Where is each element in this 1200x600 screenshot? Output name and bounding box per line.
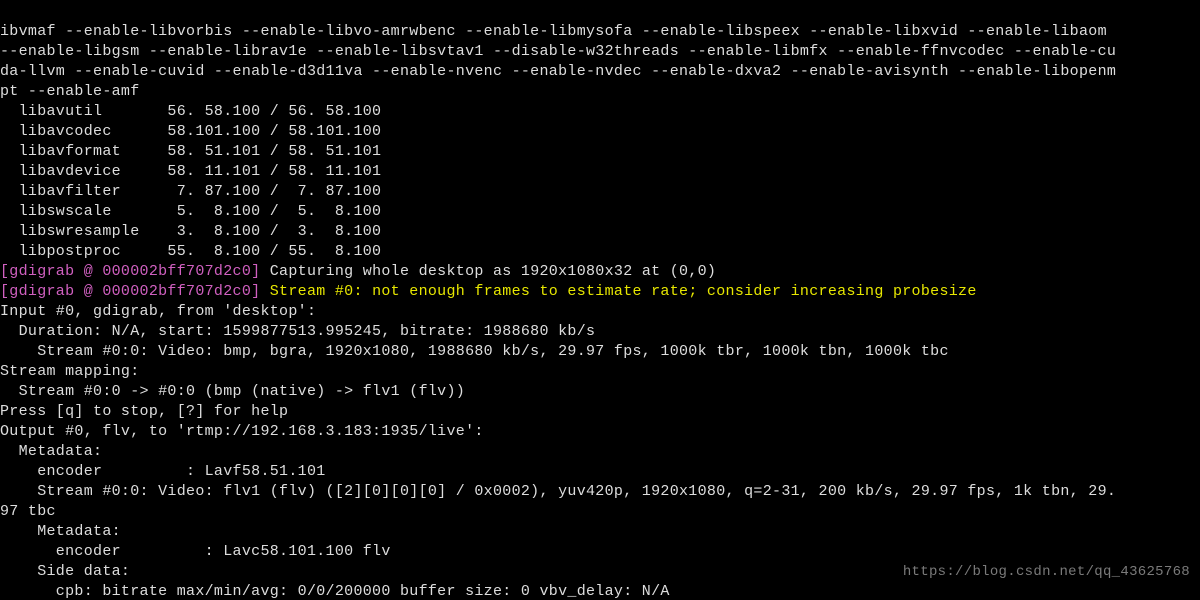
lib-version-line: libavfilter 7. 87.100 / 7. 87.100 [0,183,381,200]
gdigrab-msg: Capturing whole desktop as 1920x1080x32 … [260,263,716,280]
config-line: da-llvm --enable-cuvid --enable-d3d11va … [0,63,1116,80]
lib-version-line: libpostproc 55. 8.100 / 55. 8.100 [0,243,381,260]
input-duration: Duration: N/A, start: 1599877513.995245,… [0,323,595,340]
output-encoder: encoder : Lavf58.51.101 [0,463,326,480]
output-metadata: Metadata: [0,443,102,460]
watermark: https://blog.csdn.net/qq_43625768 [903,562,1190,582]
input-header: Input #0, gdigrab, from 'desktop': [0,303,316,320]
lib-version-line: libavcodec 58.101.100 / 58.101.100 [0,123,381,140]
output-header: Output #0, flv, to 'rtmp://192.168.3.183… [0,423,484,440]
output-side-data: Side data: [0,563,130,580]
output-stream-wrap: 97 tbc [0,503,56,520]
terminal-output: ibvmaf --enable-libvorbis --enable-libvo… [0,0,1200,600]
input-stream: Stream #0:0: Video: bmp, bgra, 1920x1080… [0,343,949,360]
output-encoder2: encoder : Lavc58.101.100 flv [0,543,391,560]
gdigrab-warning: Stream #0: not enough frames to estimate… [260,283,976,300]
output-metadata2: Metadata: [0,523,121,540]
press-help: Press [q] to stop, [?] for help [0,403,288,420]
lib-version-line: libavdevice 58. 11.101 / 58. 11.101 [0,163,381,180]
output-cpb: cpb: bitrate max/min/avg: 0/0/200000 buf… [0,583,670,600]
gdigrab-tag: [gdigrab @ 000002bff707d2c0] [0,263,260,280]
lib-version-line: libswscale 5. 8.100 / 5. 8.100 [0,203,381,220]
lib-version-line: libavformat 58. 51.101 / 58. 51.101 [0,143,381,160]
config-line: ibvmaf --enable-libvorbis --enable-libvo… [0,23,1116,40]
output-stream: Stream #0:0: Video: flv1 (flv) ([2][0][0… [0,483,1116,500]
gdigrab-tag: [gdigrab @ 000002bff707d2c0] [0,283,260,300]
config-line: pt --enable-amf [0,83,140,100]
lib-version-line: libswresample 3. 8.100 / 3. 8.100 [0,223,381,240]
lib-version-line: libavutil 56. 58.100 / 56. 58.100 [0,103,381,120]
stream-mapping-header: Stream mapping: [0,363,140,380]
config-line: --enable-libgsm --enable-librav1e --enab… [0,43,1116,60]
stream-mapping-line: Stream #0:0 -> #0:0 (bmp (native) -> flv… [0,383,465,400]
